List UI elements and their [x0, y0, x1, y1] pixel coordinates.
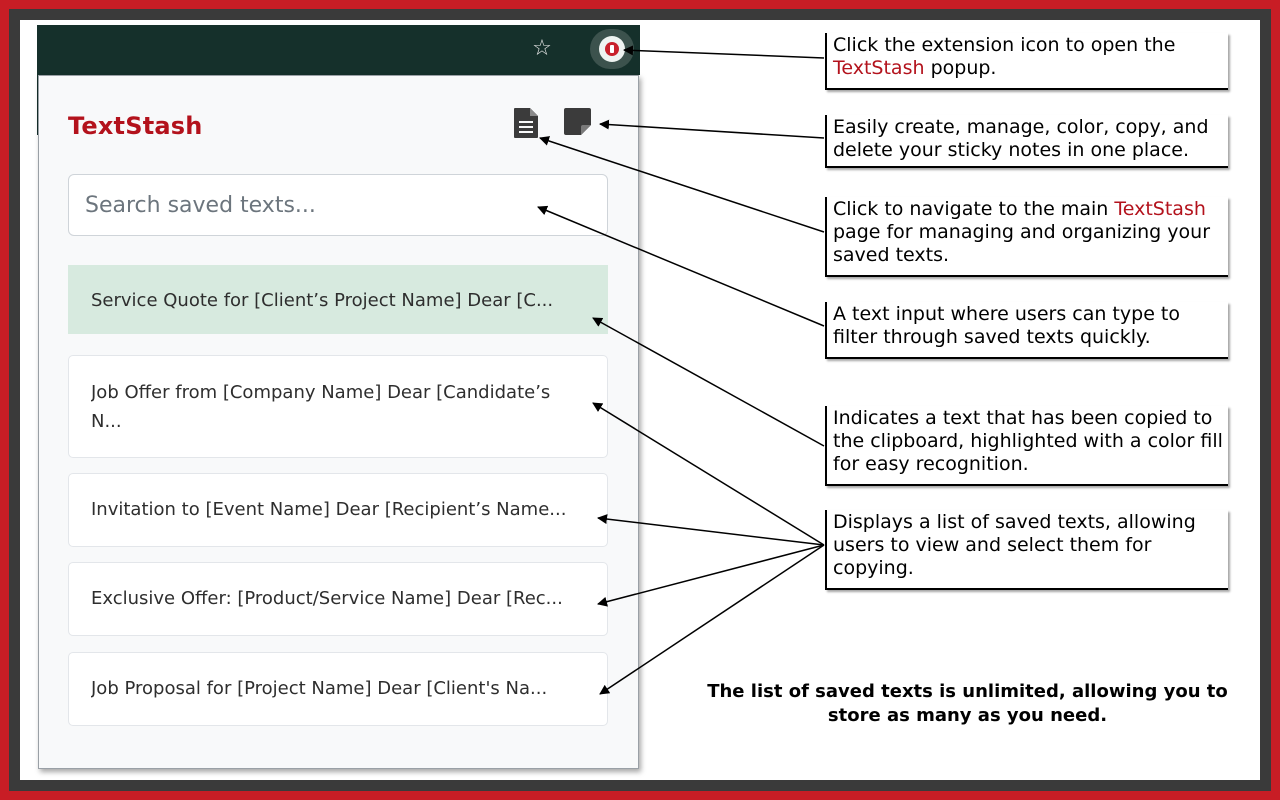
textstash-popup: TextStash Service Quote for [Client’s Pr…: [38, 75, 639, 769]
saved-text-item-copied[interactable]: Service Quote for [Client’s Project Name…: [68, 265, 608, 334]
saved-text-label: Service Quote for [Client’s Project Name…: [91, 290, 554, 311]
callout-text: Click to navigate to the main: [833, 198, 1115, 220]
callout-text: A text input where users can type to fil…: [833, 303, 1180, 348]
callout-text: Indicates a text that has been copied to…: [833, 407, 1223, 475]
callout-extension-icon: Click the extension icon to open the Tex…: [825, 33, 1228, 90]
saved-text-item[interactable]: Exclusive Offer: [Product/Service Name] …: [68, 562, 608, 636]
star-icon[interactable]: ☆: [524, 34, 560, 64]
saved-text-label: Invitation to [Event Name] Dear [Recipie…: [91, 499, 567, 520]
callout-text: Displays a list of saved texts, allowing…: [833, 511, 1196, 579]
saved-text-item[interactable]: Job Offer from [Company Name] Dear [Cand…: [68, 355, 608, 458]
saved-text-label: Exclusive Offer: [Product/Service Name] …: [91, 588, 563, 609]
callout-brand: TextStash: [1114, 198, 1206, 220]
document-icon[interactable]: [513, 107, 539, 139]
footnote: The list of saved texts is unlimited, al…: [707, 681, 1228, 726]
callout-main-page: Click to navigate to the main TextStash …: [825, 197, 1228, 277]
callout-text: Easily create, manage, color, copy, and …: [833, 116, 1209, 161]
saved-text-label: Job Proposal for [Project Name] Dear [Cl…: [91, 678, 548, 699]
callout-text: Click the extension icon to open the: [833, 34, 1176, 56]
callout-sticky-notes: Easily create, manage, color, copy, and …: [825, 115, 1228, 168]
search-input[interactable]: [68, 174, 608, 236]
callout-text: popup.: [924, 57, 997, 79]
saved-text-label: Job Offer from [Company Name] Dear [Cand…: [91, 382, 551, 432]
textstash-extension-icon: [599, 36, 625, 62]
callout-list: Displays a list of saved texts, allowing…: [825, 510, 1228, 590]
extension-button[interactable]: [590, 29, 634, 69]
saved-text-item[interactable]: Invitation to [Event Name] Dear [Recipie…: [68, 473, 608, 547]
callout-brand: TextStash: [833, 57, 925, 79]
popup-title: TextStash: [68, 112, 203, 140]
saved-text-item[interactable]: Job Proposal for [Project Name] Dear [Cl…: [68, 652, 608, 726]
callout-copied: Indicates a text that has been copied to…: [825, 406, 1228, 486]
callout-search: A text input where users can type to fil…: [825, 302, 1228, 359]
callout-text: page for managing and organizing your sa…: [833, 221, 1211, 266]
sticky-note-icon[interactable]: [563, 107, 593, 137]
